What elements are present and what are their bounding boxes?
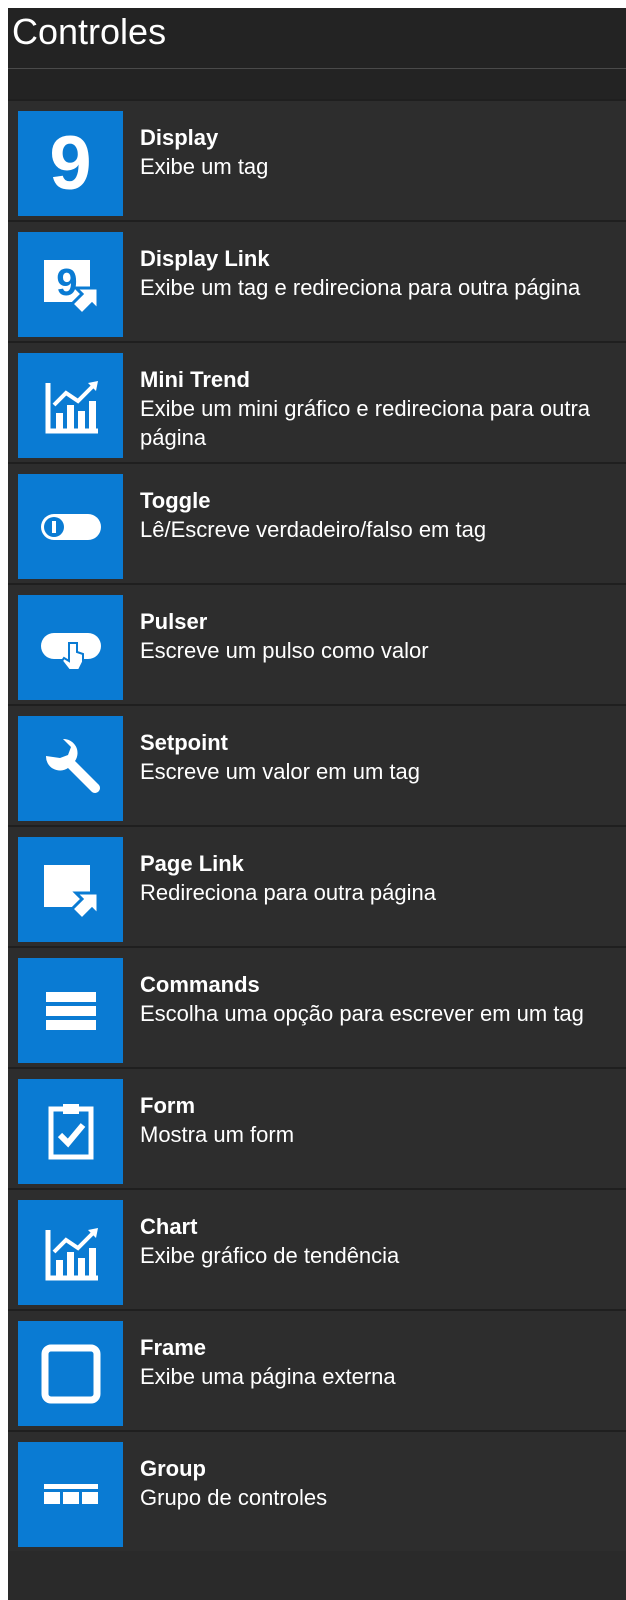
control-item-mini-trend[interactable]: Mini Trend Exibe um mini gráfico e redir… [8,341,626,462]
control-item-form[interactable]: Form Mostra um form [8,1067,626,1188]
control-name: Mini Trend [140,367,250,392]
control-name: Form [140,1093,195,1118]
control-name: Setpoint [140,730,228,755]
display-glyph: 9 [49,120,92,206]
control-item-page-link[interactable]: Page Link Redireciona para outra página [8,825,626,946]
control-name: Pulser [140,609,208,634]
control-name: Chart [140,1214,198,1239]
panel-spacer [8,69,626,99]
control-description: Escreve um pulso como valor [140,638,429,663]
display-link-icon: 9 [18,232,123,337]
control-item-display[interactable]: 9 Display Exibe um tag [8,99,626,220]
trend-chart-icon [18,353,123,458]
control-item-toggle[interactable]: Toggle Lê/Escreve verdadeiro/falso em ta… [8,462,626,583]
control-description: Escolha uma opção para escrever em um ta… [140,1001,584,1026]
control-item-frame[interactable]: Frame Exibe uma página externa [8,1309,626,1430]
control-name: Page Link [140,851,244,876]
control-name: Display [140,125,219,150]
control-name: Commands [140,972,260,997]
list-bars-icon [18,958,123,1063]
display-link-glyph: 9 [56,262,77,304]
control-item-pulser[interactable]: Pulser Escreve um pulso como valor [8,583,626,704]
clipboard-check-icon [18,1079,123,1184]
panel-header: Controles [8,8,626,69]
control-item-setpoint[interactable]: Setpoint Escreve um valor em um tag [8,704,626,825]
control-description: Mostra um form [140,1122,295,1147]
control-description: Exibe um mini gráfico e redireciona para… [140,396,591,450]
wrench-icon [18,716,123,821]
control-item-group[interactable]: Group Grupo de controles [8,1430,626,1551]
control-item-commands[interactable]: Commands Escolha uma opção para escrever… [8,946,626,1067]
control-description: Exibe um tag e redireciona para outra pá… [140,275,581,300]
control-name: Display Link [140,246,270,271]
frame-square-icon [18,1321,123,1426]
pulser-hand-icon [18,595,123,700]
control-description: Grupo de controles [140,1485,328,1510]
control-name: Toggle [140,488,211,513]
chart-icon [18,1200,123,1305]
control-description: Redireciona para outra página [140,880,436,905]
control-item-chart[interactable]: Chart Exibe gráfico de tendência [8,1188,626,1309]
panel-title: Controles [12,11,167,52]
toggle-switch-icon [18,474,123,579]
control-description: Escreve um valor em um tag [140,759,420,784]
control-description: Lê/Escreve verdadeiro/falso em tag [140,517,487,542]
control-description: Exibe uma página externa [140,1364,396,1389]
group-table-icon [18,1442,123,1547]
controls-panel: Controles 9 Display Exibe um tag 9 Displ… [8,8,626,1600]
display-nine-icon: 9 [18,111,123,216]
control-item-display-link[interactable]: 9 Display Link Exibe um tag e redirecion… [8,220,626,341]
page-link-icon [18,837,123,942]
control-name: Frame [140,1335,207,1360]
control-description: Exibe um tag [140,154,269,179]
control-name: Group [140,1456,206,1481]
control-description: Exibe gráfico de tendência [140,1243,400,1268]
